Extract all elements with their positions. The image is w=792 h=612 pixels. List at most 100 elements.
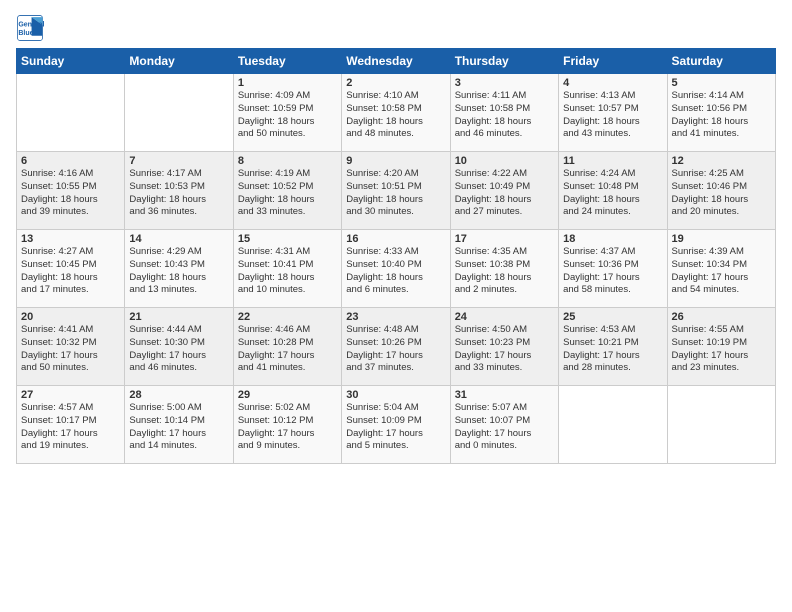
cell-info: Sunrise: 4:16 AMSunset: 10:55 PMDaylight… (21, 168, 120, 219)
cell-info: Sunrise: 4:55 AMSunset: 10:19 PMDaylight… (672, 324, 771, 375)
day-number: 17 (455, 233, 554, 245)
weekday-header-cell: Friday (559, 49, 667, 74)
cell-info: Sunrise: 4:35 AMSunset: 10:38 PMDaylight… (455, 246, 554, 297)
weekday-header-cell: Monday (125, 49, 233, 74)
calendar-cell: 17Sunrise: 4:35 AMSunset: 10:38 PMDaylig… (450, 230, 558, 308)
day-number: 7 (129, 155, 228, 167)
day-number: 24 (455, 311, 554, 323)
svg-text:Blue: Blue (18, 30, 33, 37)
calendar-row: 13Sunrise: 4:27 AMSunset: 10:45 PMDaylig… (17, 230, 776, 308)
cell-info: Sunrise: 5:07 AMSunset: 10:07 PMDaylight… (455, 402, 554, 453)
day-number: 22 (238, 311, 337, 323)
cell-info: Sunrise: 4:17 AMSunset: 10:53 PMDaylight… (129, 168, 228, 219)
day-number: 30 (346, 389, 445, 401)
day-number: 20 (21, 311, 120, 323)
calendar-cell: 15Sunrise: 4:31 AMSunset: 10:41 PMDaylig… (233, 230, 341, 308)
day-number: 15 (238, 233, 337, 245)
calendar-cell: 12Sunrise: 4:25 AMSunset: 10:46 PMDaylig… (667, 152, 775, 230)
calendar-cell: 29Sunrise: 5:02 AMSunset: 10:12 PMDaylig… (233, 386, 341, 464)
cell-info: Sunrise: 4:14 AMSunset: 10:56 PMDaylight… (672, 90, 771, 141)
day-number: 11 (563, 155, 662, 167)
day-number: 13 (21, 233, 120, 245)
calendar-cell: 3Sunrise: 4:11 AMSunset: 10:58 PMDayligh… (450, 74, 558, 152)
day-number: 28 (129, 389, 228, 401)
day-number: 27 (21, 389, 120, 401)
cell-info: Sunrise: 4:44 AMSunset: 10:30 PMDaylight… (129, 324, 228, 375)
calendar-cell (17, 74, 125, 152)
cell-info: Sunrise: 4:29 AMSunset: 10:43 PMDaylight… (129, 246, 228, 297)
calendar-cell: 31Sunrise: 5:07 AMSunset: 10:07 PMDaylig… (450, 386, 558, 464)
cell-info: Sunrise: 4:27 AMSunset: 10:45 PMDaylight… (21, 246, 120, 297)
calendar-cell: 4Sunrise: 4:13 AMSunset: 10:57 PMDayligh… (559, 74, 667, 152)
cell-info: Sunrise: 4:24 AMSunset: 10:48 PMDaylight… (563, 168, 662, 219)
day-number: 19 (672, 233, 771, 245)
cell-info: Sunrise: 4:09 AMSunset: 10:59 PMDaylight… (238, 90, 337, 141)
calendar-cell (125, 74, 233, 152)
logo-icon: General Blue (16, 14, 44, 42)
calendar-cell: 2Sunrise: 4:10 AMSunset: 10:58 PMDayligh… (342, 74, 450, 152)
weekday-header-cell: Tuesday (233, 49, 341, 74)
cell-info: Sunrise: 4:48 AMSunset: 10:26 PMDaylight… (346, 324, 445, 375)
day-number: 16 (346, 233, 445, 245)
day-number: 1 (238, 77, 337, 89)
cell-info: Sunrise: 5:02 AMSunset: 10:12 PMDaylight… (238, 402, 337, 453)
day-number: 4 (563, 77, 662, 89)
calendar-cell (559, 386, 667, 464)
day-number: 10 (455, 155, 554, 167)
calendar-body: 1Sunrise: 4:09 AMSunset: 10:59 PMDayligh… (17, 74, 776, 464)
calendar-cell: 11Sunrise: 4:24 AMSunset: 10:48 PMDaylig… (559, 152, 667, 230)
cell-info: Sunrise: 4:39 AMSunset: 10:34 PMDaylight… (672, 246, 771, 297)
calendar-cell: 8Sunrise: 4:19 AMSunset: 10:52 PMDayligh… (233, 152, 341, 230)
day-number: 25 (563, 311, 662, 323)
calendar-cell: 7Sunrise: 4:17 AMSunset: 10:53 PMDayligh… (125, 152, 233, 230)
day-number: 8 (238, 155, 337, 167)
calendar-cell: 24Sunrise: 4:50 AMSunset: 10:23 PMDaylig… (450, 308, 558, 386)
day-number: 21 (129, 311, 228, 323)
cell-info: Sunrise: 4:37 AMSunset: 10:36 PMDaylight… (563, 246, 662, 297)
calendar-cell: 20Sunrise: 4:41 AMSunset: 10:32 PMDaylig… (17, 308, 125, 386)
calendar-row: 1Sunrise: 4:09 AMSunset: 10:59 PMDayligh… (17, 74, 776, 152)
day-number: 26 (672, 311, 771, 323)
day-number: 12 (672, 155, 771, 167)
calendar-cell (667, 386, 775, 464)
day-number: 31 (455, 389, 554, 401)
calendar-cell: 6Sunrise: 4:16 AMSunset: 10:55 PMDayligh… (17, 152, 125, 230)
weekday-header-cell: Sunday (17, 49, 125, 74)
calendar-cell: 14Sunrise: 4:29 AMSunset: 10:43 PMDaylig… (125, 230, 233, 308)
calendar-cell: 10Sunrise: 4:22 AMSunset: 10:49 PMDaylig… (450, 152, 558, 230)
logo: General Blue (16, 14, 46, 42)
calendar-row: 27Sunrise: 4:57 AMSunset: 10:17 PMDaylig… (17, 386, 776, 464)
calendar-cell: 25Sunrise: 4:53 AMSunset: 10:21 PMDaylig… (559, 308, 667, 386)
calendar-cell: 30Sunrise: 5:04 AMSunset: 10:09 PMDaylig… (342, 386, 450, 464)
calendar-cell: 5Sunrise: 4:14 AMSunset: 10:56 PMDayligh… (667, 74, 775, 152)
cell-info: Sunrise: 4:19 AMSunset: 10:52 PMDaylight… (238, 168, 337, 219)
cell-info: Sunrise: 4:31 AMSunset: 10:41 PMDaylight… (238, 246, 337, 297)
page: General Blue SundayMondayTuesdayWednesda… (0, 0, 792, 612)
calendar-cell: 26Sunrise: 4:55 AMSunset: 10:19 PMDaylig… (667, 308, 775, 386)
cell-info: Sunrise: 4:33 AMSunset: 10:40 PMDaylight… (346, 246, 445, 297)
calendar-cell: 13Sunrise: 4:27 AMSunset: 10:45 PMDaylig… (17, 230, 125, 308)
calendar-cell: 1Sunrise: 4:09 AMSunset: 10:59 PMDayligh… (233, 74, 341, 152)
day-number: 5 (672, 77, 771, 89)
day-number: 2 (346, 77, 445, 89)
cell-info: Sunrise: 4:22 AMSunset: 10:49 PMDaylight… (455, 168, 554, 219)
cell-info: Sunrise: 5:00 AMSunset: 10:14 PMDaylight… (129, 402, 228, 453)
cell-info: Sunrise: 4:13 AMSunset: 10:57 PMDaylight… (563, 90, 662, 141)
calendar-cell: 22Sunrise: 4:46 AMSunset: 10:28 PMDaylig… (233, 308, 341, 386)
day-number: 3 (455, 77, 554, 89)
cell-info: Sunrise: 4:25 AMSunset: 10:46 PMDaylight… (672, 168, 771, 219)
calendar-cell: 9Sunrise: 4:20 AMSunset: 10:51 PMDayligh… (342, 152, 450, 230)
day-number: 23 (346, 311, 445, 323)
calendar-row: 6Sunrise: 4:16 AMSunset: 10:55 PMDayligh… (17, 152, 776, 230)
cell-info: Sunrise: 4:46 AMSunset: 10:28 PMDaylight… (238, 324, 337, 375)
calendar-cell: 27Sunrise: 4:57 AMSunset: 10:17 PMDaylig… (17, 386, 125, 464)
day-number: 6 (21, 155, 120, 167)
cell-info: Sunrise: 4:50 AMSunset: 10:23 PMDaylight… (455, 324, 554, 375)
cell-info: Sunrise: 4:10 AMSunset: 10:58 PMDaylight… (346, 90, 445, 141)
cell-info: Sunrise: 4:57 AMSunset: 10:17 PMDaylight… (21, 402, 120, 453)
calendar-row: 20Sunrise: 4:41 AMSunset: 10:32 PMDaylig… (17, 308, 776, 386)
calendar-cell: 18Sunrise: 4:37 AMSunset: 10:36 PMDaylig… (559, 230, 667, 308)
day-number: 14 (129, 233, 228, 245)
calendar-table: SundayMondayTuesdayWednesdayThursdayFrid… (16, 48, 776, 464)
weekday-header-cell: Saturday (667, 49, 775, 74)
